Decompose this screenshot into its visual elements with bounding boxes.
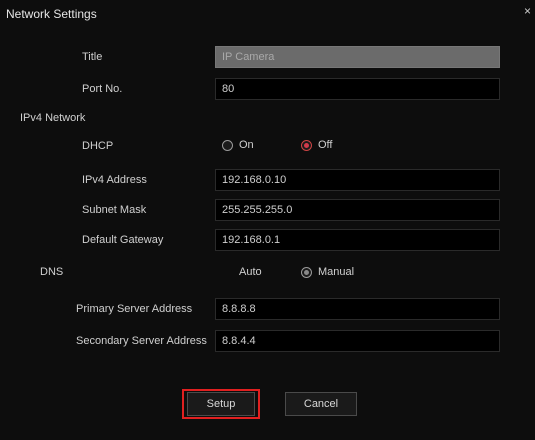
- default-gateway-label: Default Gateway: [82, 234, 164, 246]
- ipv4-address-label: IPv4 Address: [82, 174, 147, 186]
- title-field[interactable]: [215, 46, 500, 68]
- dhcp-off-radio[interactable]: Off: [301, 139, 332, 151]
- dhcp-on-radio[interactable]: On: [222, 139, 254, 151]
- subnet-mask-label: Subnet Mask: [82, 204, 147, 216]
- dhcp-on-radio-icon: [222, 139, 233, 151]
- close-icon[interactable]: ×: [524, 4, 531, 18]
- default-gateway-field[interactable]: [215, 229, 500, 251]
- primary-dns-field[interactable]: [215, 298, 500, 320]
- setup-button[interactable]: Setup: [187, 392, 255, 416]
- dns-manual-label: Manual: [318, 266, 355, 278]
- secondary-dns-label: Secondary Server Address: [76, 335, 207, 347]
- dns-auto-radio[interactable]: Auto: [222, 266, 262, 278]
- secondary-dns-field[interactable]: [215, 330, 500, 352]
- dns-manual-radio[interactable]: Manual: [301, 266, 354, 278]
- ipv4-address-field[interactable]: [215, 169, 500, 191]
- dns-manual-radio-icon: [301, 266, 312, 278]
- subnet-mask-field[interactable]: [215, 199, 500, 221]
- dhcp-off-label: Off: [318, 139, 333, 151]
- title-label: Title: [82, 51, 103, 63]
- port-field[interactable]: [215, 78, 500, 100]
- window-title: Network Settings: [6, 7, 97, 21]
- primary-dns-label: Primary Server Address: [76, 303, 193, 315]
- port-label: Port No.: [82, 83, 123, 95]
- dhcp-on-label: On: [239, 139, 254, 151]
- dns-label: DNS: [40, 266, 64, 278]
- dhcp-off-radio-icon: [301, 139, 312, 151]
- cancel-button[interactable]: Cancel: [285, 392, 357, 416]
- ipv4-section-heading: IPv4 Network: [20, 112, 86, 124]
- dns-auto-label: Auto: [239, 266, 262, 278]
- dhcp-label: DHCP: [82, 140, 114, 152]
